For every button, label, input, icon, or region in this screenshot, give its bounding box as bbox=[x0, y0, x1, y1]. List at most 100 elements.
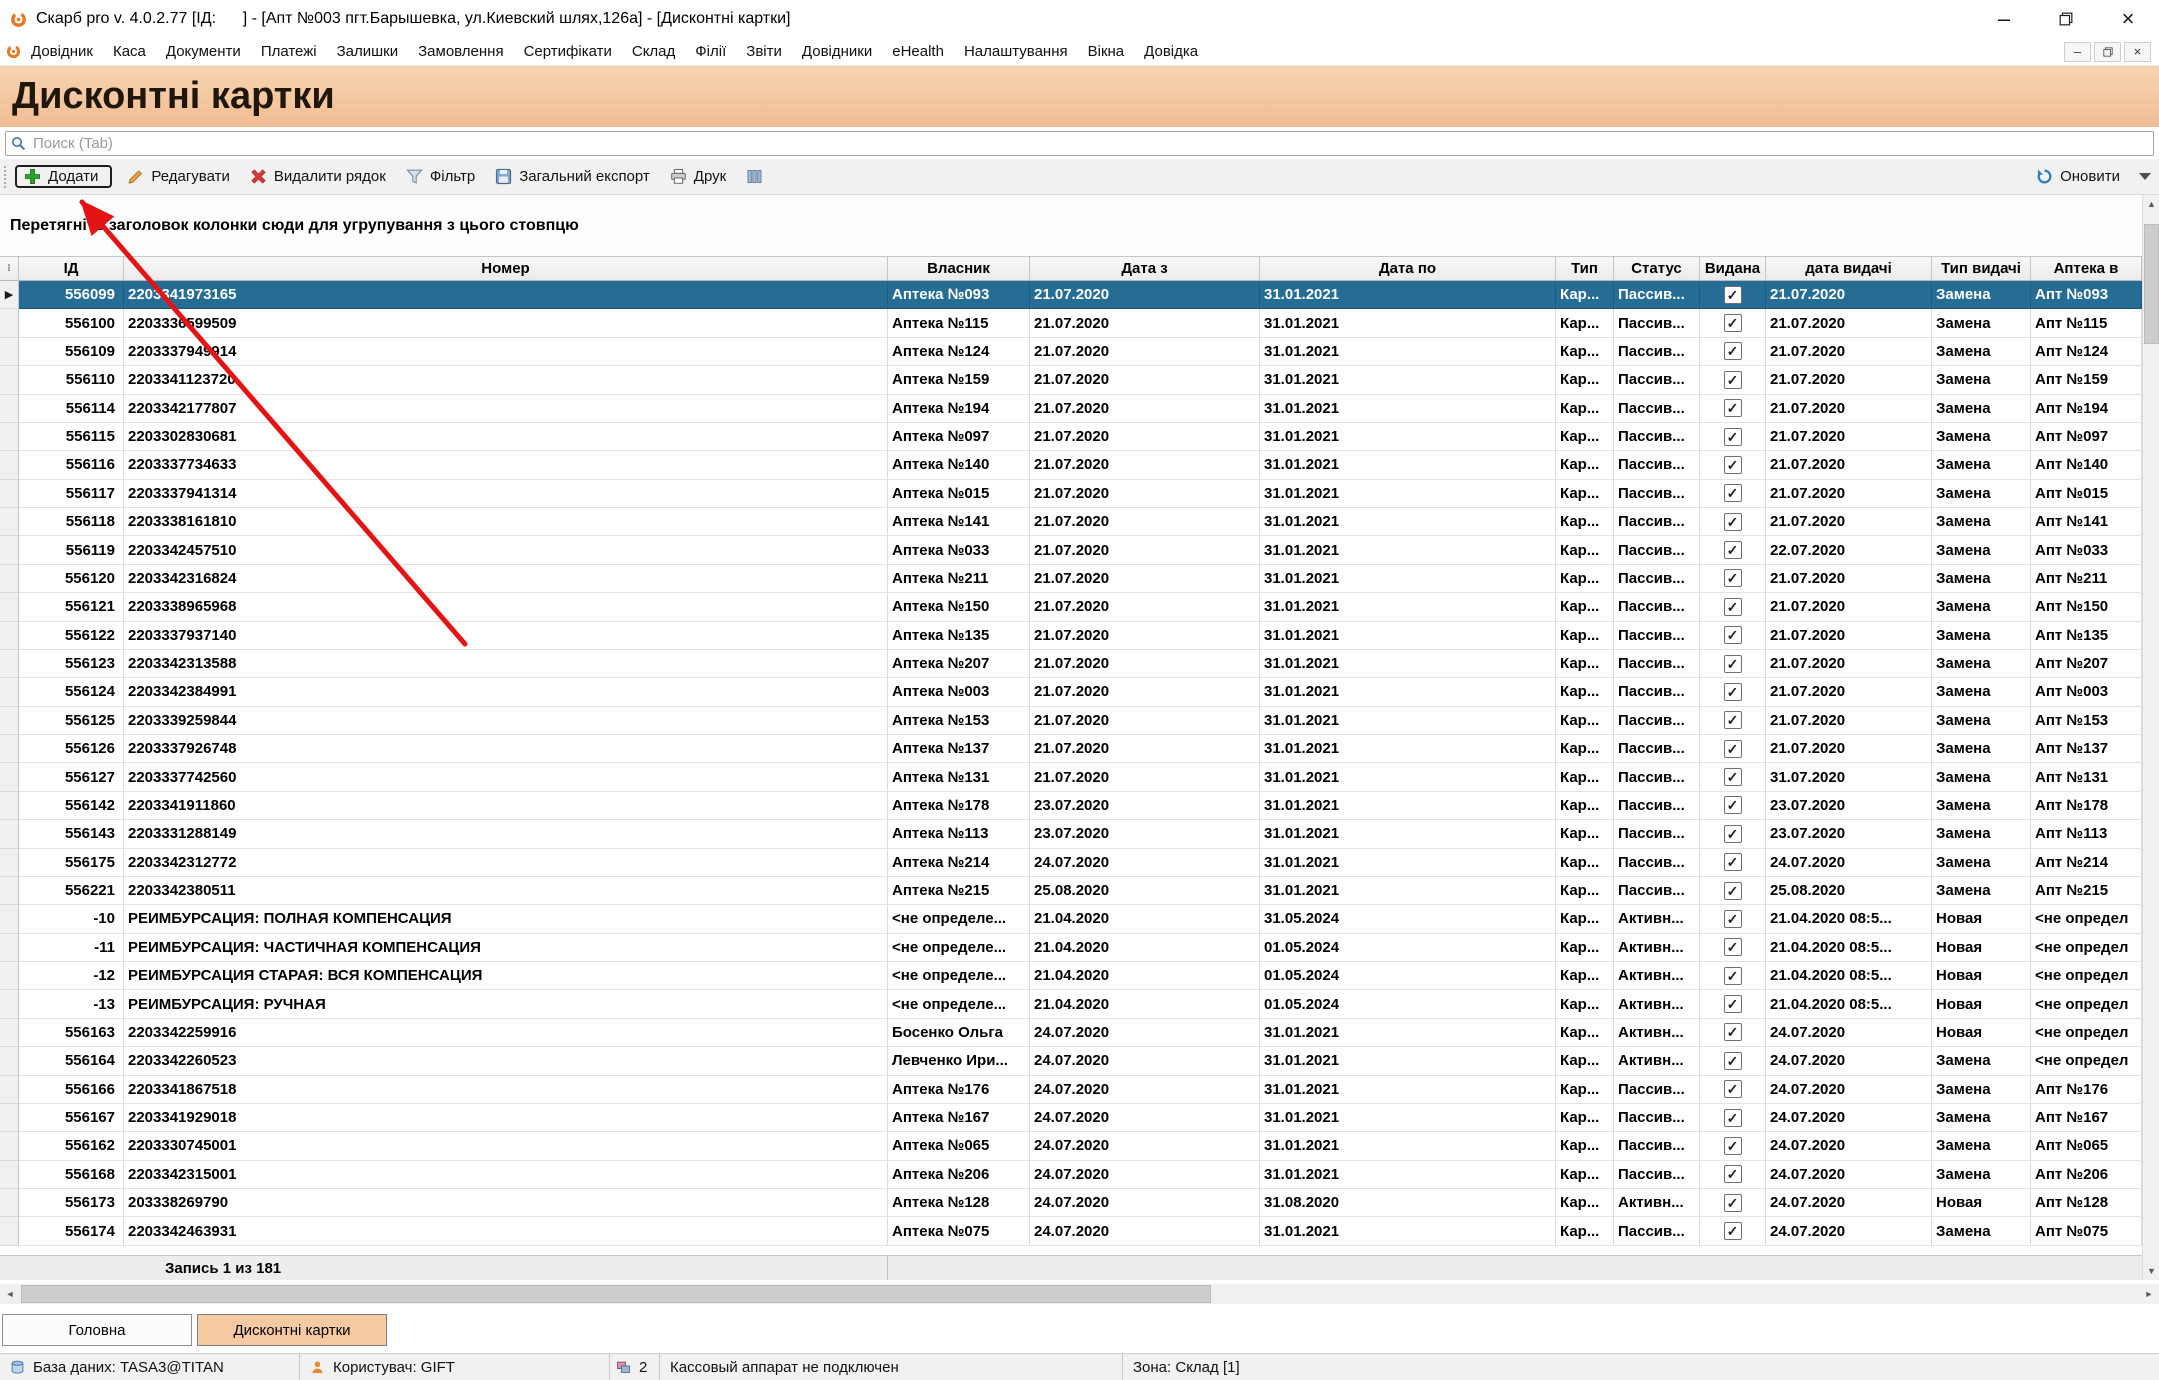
issued-checkbox[interactable]: ✓ bbox=[1724, 484, 1742, 502]
add-button[interactable]: Додати bbox=[15, 165, 112, 188]
columns-button[interactable] bbox=[737, 165, 772, 188]
issued-checkbox[interactable]: ✓ bbox=[1724, 286, 1742, 304]
table-row[interactable]: 5561252203339259844Аптека №15321.07.2020… bbox=[0, 707, 2142, 735]
mdi-minimize-button[interactable]: – bbox=[2064, 42, 2091, 62]
table-row[interactable]: 5561622203330745001Аптека №06524.07.2020… bbox=[0, 1132, 2142, 1160]
toolbar-grip[interactable] bbox=[4, 166, 8, 188]
menu-item-10[interactable]: Довідники bbox=[792, 38, 882, 65]
scroll-up-arrow-icon[interactable]: ▲ bbox=[2143, 195, 2159, 213]
table-row[interactable]: 5561202203342316824Аптека №21121.07.2020… bbox=[0, 565, 2142, 593]
print-button[interactable]: Друк bbox=[661, 165, 735, 188]
column-header-date_from[interactable]: Дата з bbox=[1030, 256, 1260, 281]
column-header-number[interactable]: Номер bbox=[124, 256, 888, 281]
column-header-issue_date[interactable]: дата видачі bbox=[1766, 256, 1932, 281]
restore-button[interactable] bbox=[2035, 0, 2097, 38]
issued-checkbox[interactable]: ✓ bbox=[1724, 882, 1742, 900]
export-button[interactable]: Загальний експорт bbox=[486, 165, 659, 188]
column-header-id[interactable]: ІД bbox=[19, 256, 124, 281]
table-row[interactable]: 5561192203342457510Аптека №03321.07.2020… bbox=[0, 536, 2142, 564]
menu-item-11[interactable]: eHealth bbox=[882, 38, 954, 65]
table-row[interactable]: 5561662203341867518Аптека №17624.07.2020… bbox=[0, 1076, 2142, 1104]
vertical-scrollbar[interactable]: ▲ ▼ bbox=[2142, 195, 2159, 1280]
table-row[interactable]: 5561152203302830681Аптека №09721.07.2020… bbox=[0, 423, 2142, 451]
issued-checkbox[interactable]: ✓ bbox=[1724, 513, 1742, 531]
issued-checkbox[interactable]: ✓ bbox=[1724, 768, 1742, 786]
refresh-button[interactable]: Оновити bbox=[2027, 165, 2129, 188]
minimize-button[interactable]: – bbox=[1973, 0, 2035, 38]
issued-checkbox[interactable]: ✓ bbox=[1724, 740, 1742, 758]
issued-checkbox[interactable]: ✓ bbox=[1724, 1080, 1742, 1098]
table-row[interactable]: 5561142203342177807Аптека №19421.07.2020… bbox=[0, 395, 2142, 423]
issued-checkbox[interactable]: ✓ bbox=[1724, 314, 1742, 332]
menu-item-3[interactable]: Платежі bbox=[251, 38, 327, 65]
issued-checkbox[interactable]: ✓ bbox=[1724, 796, 1742, 814]
scroll-left-arrow-icon[interactable]: ◄ bbox=[0, 1284, 20, 1304]
table-row[interactable]: 5561242203342384991Аптека №00321.07.2020… bbox=[0, 678, 2142, 706]
mdi-restore-button[interactable] bbox=[2094, 42, 2121, 62]
column-header-status[interactable]: Статус bbox=[1614, 256, 1700, 281]
issued-checkbox[interactable]: ✓ bbox=[1724, 683, 1742, 701]
table-row[interactable]: 5561232203342313588Аптека №20721.07.2020… bbox=[0, 650, 2142, 678]
menu-item-12[interactable]: Налаштування bbox=[954, 38, 1078, 65]
table-row[interactable]: 5561162203337734633Аптека №14021.07.2020… bbox=[0, 451, 2142, 479]
menu-item-8[interactable]: Філії bbox=[685, 38, 736, 65]
issued-checkbox[interactable]: ✓ bbox=[1724, 371, 1742, 389]
toolbar-overflow-chevron-icon[interactable] bbox=[2139, 173, 2151, 180]
edit-button[interactable]: Редагувати bbox=[118, 165, 239, 188]
table-row[interactable]: 5561642203342260523Левченко Ири...24.07.… bbox=[0, 1047, 2142, 1075]
scroll-right-arrow-icon[interactable]: ► bbox=[2139, 1284, 2159, 1304]
table-row[interactable]: 5561262203337926748Аптека №13721.07.2020… bbox=[0, 735, 2142, 763]
menu-item-0[interactable]: Довідник bbox=[21, 38, 103, 65]
issued-checkbox[interactable]: ✓ bbox=[1724, 825, 1742, 843]
delete-row-button[interactable]: Видалити рядок bbox=[241, 165, 395, 188]
scroll-down-arrow-icon[interactable]: ▼ bbox=[2143, 1262, 2159, 1280]
issued-checkbox[interactable]: ✓ bbox=[1724, 428, 1742, 446]
search-input[interactable]: Поиск (Tab) bbox=[5, 131, 2154, 156]
issued-checkbox[interactable]: ✓ bbox=[1724, 910, 1742, 928]
column-header-date_to[interactable]: Дата по bbox=[1260, 256, 1556, 281]
issued-checkbox[interactable]: ✓ bbox=[1724, 1137, 1742, 1155]
menu-item-7[interactable]: Склад bbox=[622, 38, 685, 65]
column-header-owner[interactable]: Власник bbox=[888, 256, 1030, 281]
issued-checkbox[interactable]: ✓ bbox=[1724, 711, 1742, 729]
table-row[interactable]: 5561632203342259916Босенко Ольга24.07.20… bbox=[0, 1019, 2142, 1047]
close-button[interactable]: × bbox=[2097, 0, 2159, 38]
table-row[interactable]: 5561182203338161810Аптека №14121.07.2020… bbox=[0, 508, 2142, 536]
issued-checkbox[interactable]: ✓ bbox=[1724, 1194, 1742, 1212]
tab-home[interactable]: Головна bbox=[2, 1314, 192, 1346]
issued-checkbox[interactable]: ✓ bbox=[1724, 1052, 1742, 1070]
table-row[interactable]: 5561742203342463931Аптека №07524.07.2020… bbox=[0, 1217, 2142, 1245]
table-row[interactable]: -10РЕИМБУРСАЦИЯ: ПОЛНАЯ КОМПЕНСАЦИЯ<не о… bbox=[0, 905, 2142, 933]
table-row[interactable]: 5561102203341123720Аптека №15921.07.2020… bbox=[0, 366, 2142, 394]
issued-checkbox[interactable]: ✓ bbox=[1724, 1109, 1742, 1127]
menu-item-14[interactable]: Довідка bbox=[1134, 38, 1208, 65]
grid-corner-button[interactable]: ⁝ bbox=[0, 256, 19, 281]
issued-checkbox[interactable]: ✓ bbox=[1724, 626, 1742, 644]
table-row[interactable]: -11РЕИМБУРСАЦИЯ: ЧАСТИЧНАЯ КОМПЕНСАЦИЯ<н… bbox=[0, 934, 2142, 962]
table-row[interactable]: 5562212203342380511Аптека №21525.08.2020… bbox=[0, 877, 2142, 905]
table-row[interactable]: 556173203338269790Аптека №12824.07.20203… bbox=[0, 1189, 2142, 1217]
issued-checkbox[interactable]: ✓ bbox=[1724, 995, 1742, 1013]
table-row[interactable]: 5561672203341929018Аптека №16724.07.2020… bbox=[0, 1104, 2142, 1132]
table-row[interactable]: 5561422203341911860Аптека №17823.07.2020… bbox=[0, 792, 2142, 820]
issued-checkbox[interactable]: ✓ bbox=[1724, 655, 1742, 673]
column-header-pharmacy[interactable]: Аптека в bbox=[2031, 256, 2142, 281]
table-row[interactable]: 5561212203338965968Аптека №15021.07.2020… bbox=[0, 593, 2142, 621]
issued-checkbox[interactable]: ✓ bbox=[1724, 569, 1742, 587]
horizontal-scrollbar[interactable]: ◄ ► bbox=[0, 1284, 2159, 1304]
issued-checkbox[interactable]: ✓ bbox=[1724, 853, 1742, 871]
menu-item-4[interactable]: Залишки bbox=[327, 38, 409, 65]
column-header-issue_type[interactable]: Тип видачі bbox=[1932, 256, 2031, 281]
column-header-issued[interactable]: Видана bbox=[1700, 256, 1766, 281]
table-row[interactable]: ▶5560992203341973165Аптека №09321.07.202… bbox=[0, 281, 2142, 309]
table-row[interactable]: 5561002203336599509Аптека №11521.07.2020… bbox=[0, 309, 2142, 337]
table-row[interactable]: 5561272203337742560Аптека №13121.07.2020… bbox=[0, 763, 2142, 791]
table-row[interactable]: 5561752203342312772Аптека №21424.07.2020… bbox=[0, 849, 2142, 877]
table-row[interactable]: 5561222203337937140Аптека №13521.07.2020… bbox=[0, 622, 2142, 650]
issued-checkbox[interactable]: ✓ bbox=[1724, 456, 1742, 474]
issued-checkbox[interactable]: ✓ bbox=[1724, 1023, 1742, 1041]
issued-checkbox[interactable]: ✓ bbox=[1724, 938, 1742, 956]
tab-discount-cards[interactable]: Дисконтні картки bbox=[197, 1314, 387, 1346]
menu-item-1[interactable]: Каса bbox=[103, 38, 156, 65]
issued-checkbox[interactable]: ✓ bbox=[1724, 1222, 1742, 1240]
